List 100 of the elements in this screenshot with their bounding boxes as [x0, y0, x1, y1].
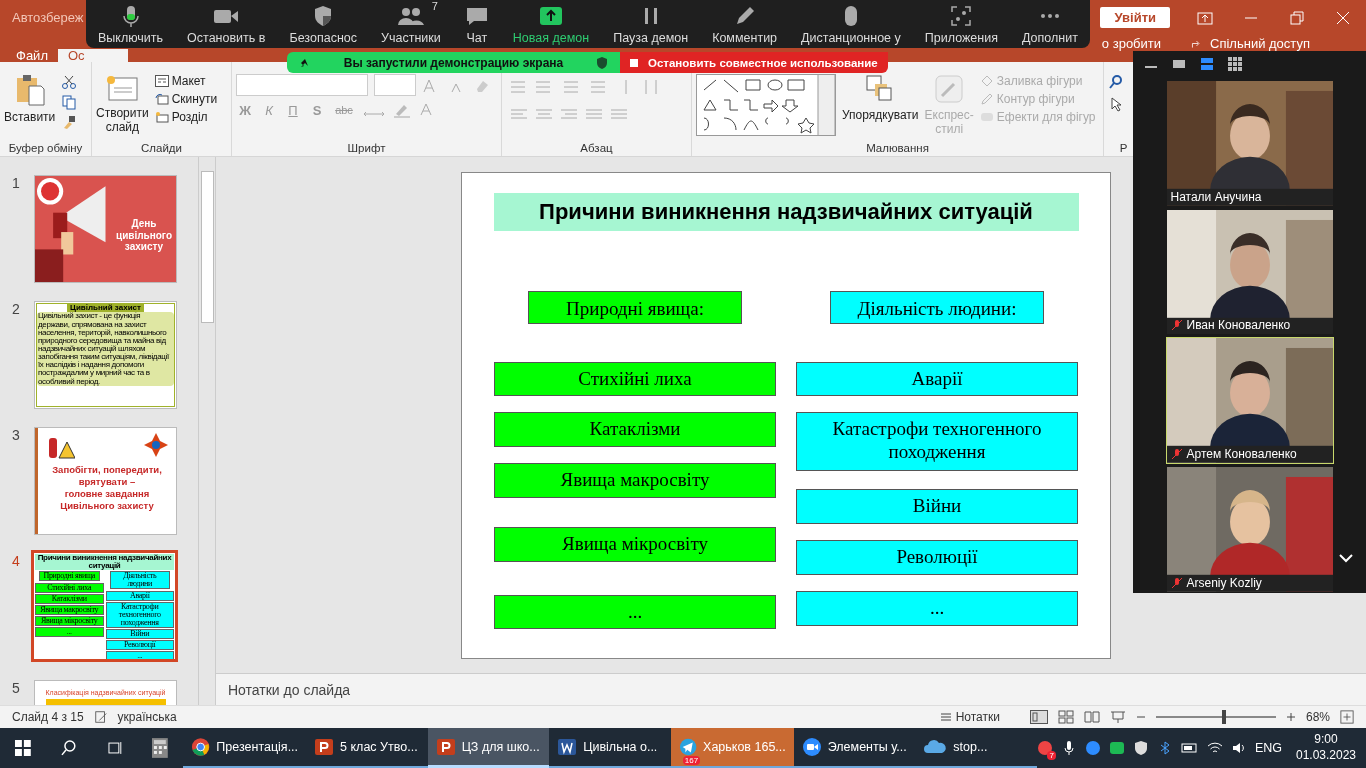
sorter-view-icon[interactable] [1057, 710, 1074, 724]
slideshow-icon[interactable] [1109, 710, 1126, 724]
group-label: Шрифт [346, 142, 387, 154]
category-box: Діяльність людини [109, 571, 170, 589]
notes-button[interactable]: Нотатки [939, 710, 1000, 724]
chevron-down-icon[interactable] [1338, 553, 1354, 563]
slide-thumbnail[interactable] [34, 301, 177, 409]
emblem-icon [143, 432, 170, 458]
cause-box: Аварії [796, 361, 1078, 397]
input-language[interactable]: ENG [1254, 741, 1282, 755]
taskbar-app-button[interactable]: stop... [915, 728, 1037, 768]
zoom-level[interactable]: 68% [1305, 710, 1330, 724]
section-button[interactable]: Розділ [154, 110, 208, 124]
calculator-icon[interactable] [151, 737, 170, 759]
slide-canvas[interactable]: Причини виникнення надзвичайних ситуацій Природні явища: Стихійні лиха Катаклізми Явища макросвіту Явища мікросвіту ... Діяльність людини: Аварії Катастрофи техногенного походження Війни Революції ... [461, 171, 1111, 659]
meeting-control-button[interactable]: Чат [464, 3, 489, 45]
clock-time[interactable]: 9:00 [1314, 732, 1338, 748]
tell-me-text[interactable]: о зробити [1101, 37, 1162, 50]
cause-box: Катаклізми [494, 412, 776, 448]
group-label: Малювання [865, 142, 930, 154]
reading-view-icon[interactable] [1083, 710, 1100, 724]
paste-button[interactable]: Вставити [4, 74, 56, 125]
meeting-control-button[interactable]: Дистанционное у [801, 3, 901, 45]
notes-icon [939, 712, 952, 722]
meeting-control-button[interactable]: Комментир [712, 3, 778, 45]
ribbon-tab[interactable]: Файл [6, 49, 58, 62]
volume-icon[interactable] [1230, 740, 1247, 756]
meeting-control-button[interactable]: Дополнит [1022, 3, 1078, 45]
font-name-field[interactable] [236, 74, 368, 96]
app-tray-icon[interactable] [1036, 740, 1053, 756]
copy-icon[interactable] [61, 94, 78, 110]
ribbon-tab[interactable]: Ос [57, 49, 128, 62]
group-label: Абзац [579, 142, 614, 154]
cause-box: Катастрофи техногенного походження [796, 412, 1078, 472]
more-icon [1039, 12, 1060, 19]
sign-in-button[interactable]: Увійти [1100, 7, 1170, 28]
close-icon[interactable] [1335, 9, 1351, 26]
cause-box: Стихійні лиха [35, 583, 104, 593]
windows-start-icon[interactable] [14, 739, 32, 757]
paint-bucket-icon [979, 75, 994, 87]
cut-icon[interactable] [61, 74, 78, 90]
task-view-icon[interactable] [105, 739, 124, 757]
notes-placeholder[interactable]: Нотатки до слайда [228, 681, 351, 698]
meeting-control-button[interactable]: Пауза демон [613, 3, 689, 45]
gallery-view-icon[interactable] [1227, 56, 1243, 73]
search-icon[interactable] [59, 739, 78, 757]
slide-thumbnail[interactable]: Запобігти, попередити, врятувати – головне завдання Цивільного захисту [34, 427, 177, 535]
spellcheck-icon[interactable] [93, 710, 108, 724]
battery-icon[interactable] [1180, 740, 1199, 756]
clipboard-icon [14, 74, 45, 106]
search-icon[interactable] [1108, 74, 1124, 90]
stop-sharing-button[interactable]: Остановить совместное использование [620, 52, 888, 73]
cause-box: Стихійні лиха [494, 361, 776, 397]
meeting-control-button[interactable]: Новая демон [512, 3, 590, 45]
powerpoint-icon [314, 737, 335, 757]
taskbar-app-button[interactable]: 5 клас Утво... [306, 728, 428, 768]
shield-icon[interactable] [1132, 740, 1149, 756]
scrollbar[interactable] [198, 157, 215, 705]
participant-count: 7 [431, 0, 438, 12]
cause-box: ... [494, 594, 776, 630]
app-tray-icon[interactable] [1108, 740, 1125, 756]
shapes-gallery-drawing[interactable] [696, 74, 836, 136]
meeting-control-button[interactable]: Остановить в [187, 3, 266, 45]
slide-number: 4 [12, 553, 21, 571]
notes-pane[interactable]: Нотатки до слайда [216, 673, 1366, 705]
restore-icon[interactable] [1289, 9, 1305, 26]
fit-slide-icon[interactable] [1340, 710, 1354, 724]
chrome-icon [191, 737, 211, 757]
font-color-icon[interactable] [418, 102, 434, 118]
meeting-control-button[interactable]: Выключить [98, 3, 164, 45]
zoom-in-icon[interactable] [1285, 712, 1296, 722]
normal-view-icon[interactable] [1029, 710, 1048, 724]
slide-title: Причини виникнення надзвичайних ситуацій [35, 554, 174, 570]
category-box: Природні явища: [528, 290, 742, 324]
cause-box: ... [796, 590, 1078, 626]
slide-thumbnail[interactable]: День цивільного захисту [34, 175, 177, 283]
meeting-control-button[interactable]: Безопаснос [289, 3, 357, 45]
cursor-icon[interactable] [1108, 96, 1124, 112]
reset-button[interactable]: Скинути [154, 92, 218, 106]
share-button[interactable]: Спільний доступ [1210, 37, 1310, 50]
meeting-control-button[interactable]: Приложения [924, 3, 998, 45]
slide-thumbnail[interactable]: Причини виникнення надзвичайних ситуацій Природні явища Стихійні лиха Катаклізми Явища макросвіту Явища мікросвіту ... Діяльність людини Аварії Катастрофи техногенного походження Війни Революції ... [31, 550, 178, 662]
layout-button[interactable]: Макет [154, 74, 206, 88]
meeting-control-button[interactable]: 7 Участники [381, 3, 441, 45]
ribbon-display-icon[interactable] [1197, 9, 1213, 26]
taskbar-app-button[interactable]: Презентація... [183, 728, 307, 768]
app-tray-icon[interactable] [1084, 740, 1101, 756]
new-slide-button[interactable]: Створити слайд [96, 74, 149, 135]
taskbar-app-button[interactable]: Цивільна о... [549, 728, 671, 768]
arrange-button[interactable]: Упорядкувати [842, 74, 919, 123]
clock-date[interactable]: 01.03.2023 [1295, 748, 1357, 764]
taskbar-app-button[interactable]: ЦЗ для шко... [427, 728, 550, 768]
speaker-view-icon[interactable] [1199, 56, 1215, 73]
slide-number: 5 [12, 680, 21, 698]
sharing-message: Вы запустили демонстрацию экрана [343, 55, 564, 70]
language-label[interactable]: українська [117, 710, 177, 724]
taskbar-app-button[interactable]: Элементы у... [793, 728, 916, 768]
taskbar-app-button[interactable]: 167 Харьков 165... [670, 728, 794, 768]
font-size-field[interactable] [374, 74, 416, 96]
cause-box: Аварії [105, 591, 174, 601]
